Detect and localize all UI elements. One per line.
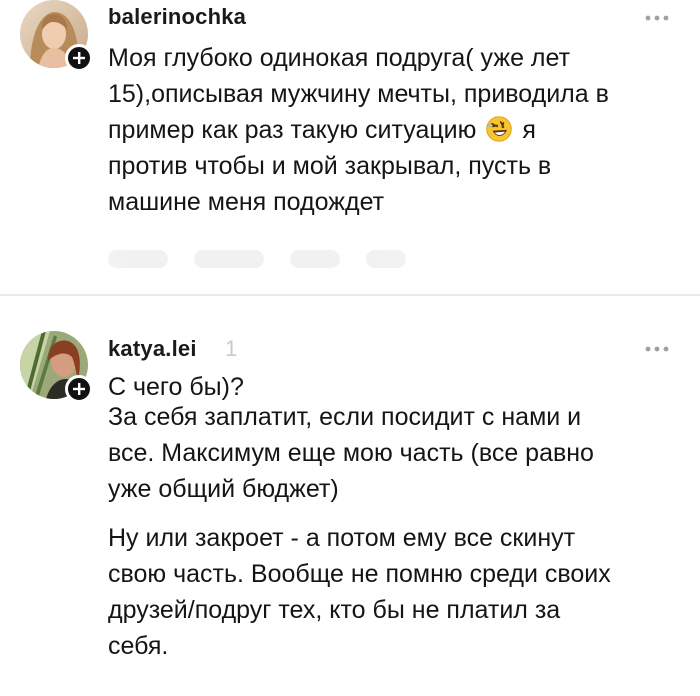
username-link[interactable]: katya.lei <box>108 336 197 362</box>
more-options-icon[interactable] <box>638 339 678 359</box>
follow-plus-icon[interactable] <box>65 44 93 72</box>
comment-item: balerinochka Моя глубоко одинокая подруг… <box>0 0 700 290</box>
divider <box>0 294 700 296</box>
comment-text: С чего бы)? За себя заплатит, если посид… <box>108 369 668 664</box>
rolling-laughing-emoji-icon <box>486 116 513 142</box>
comment-actions-placeholder <box>108 250 428 274</box>
more-options-icon[interactable] <box>638 8 678 28</box>
comment-text: Моя глубоко одинокая подруга( уже лет 15… <box>108 40 668 220</box>
comment-item: katya.lei 1 С чего бы)? За себя заплатит… <box>0 301 700 696</box>
follow-plus-icon[interactable] <box>65 375 93 403</box>
username-link[interactable]: balerinochka <box>108 4 246 30</box>
comment-paragraph: Ну или закроет - а потом ему все скинут … <box>108 524 611 660</box>
comment-paragraph: Моя глубоко одинокая подруга( уже лет 15… <box>108 40 668 220</box>
comment-paragraph: За себя заплатит, если посидит с нами и … <box>108 403 594 503</box>
avatar-container[interactable] <box>20 0 93 72</box>
username-suffix: 1 <box>225 336 238 361</box>
avatar-container[interactable] <box>20 331 93 403</box>
